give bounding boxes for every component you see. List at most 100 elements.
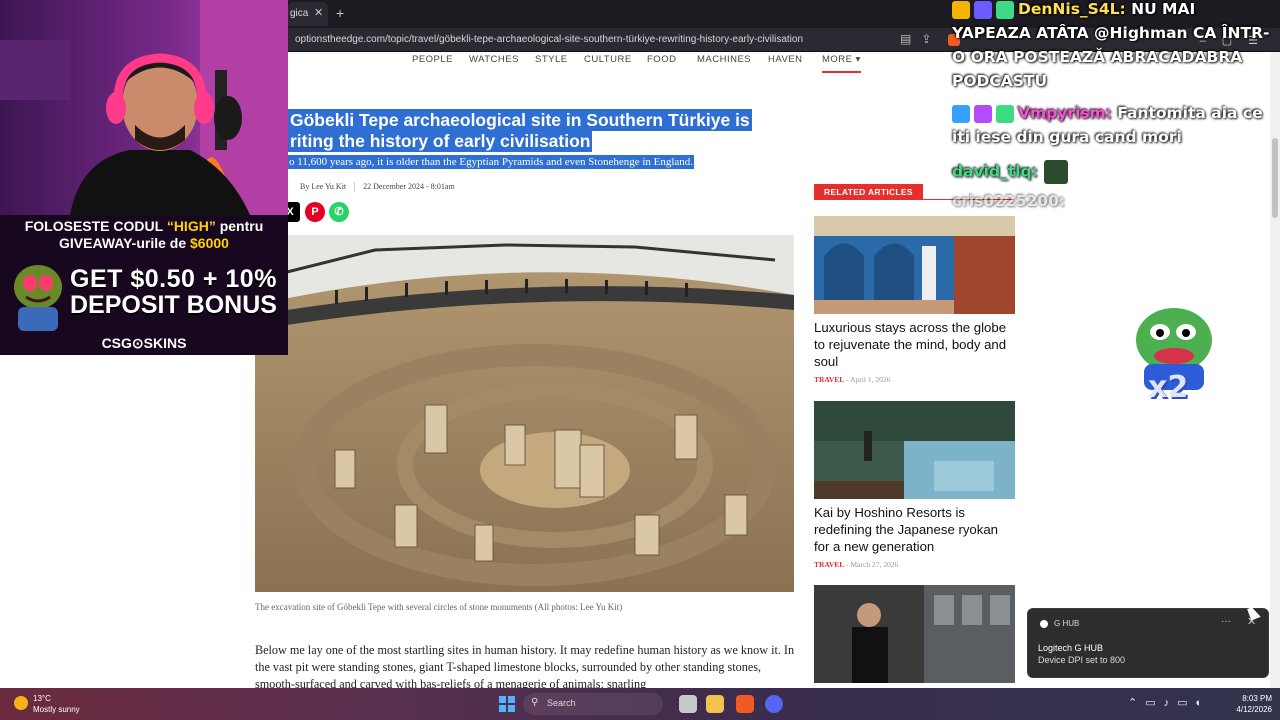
chat-username: Vmpyrism: bbox=[1018, 104, 1112, 122]
scrollbar-thumb[interactable] bbox=[1272, 138, 1278, 218]
discord-icon[interactable] bbox=[765, 695, 783, 713]
nav-item-machines[interactable]: MACHINES bbox=[697, 54, 751, 65]
related-thumbnail[interactable] bbox=[814, 401, 1015, 499]
webcam-overlay bbox=[0, 0, 288, 215]
nav-item-people[interactable]: PEOPLE bbox=[412, 54, 453, 65]
author[interactable]: By Lee Yu Kit bbox=[300, 182, 346, 191]
weather-temp[interactable]: 13°C bbox=[33, 694, 51, 703]
related-category[interactable]: TRAVEL bbox=[814, 560, 844, 569]
windows-taskbar: 13°C Mostly sunny ⚲ Search ⌃▭♪▭◐ 8:03 PM… bbox=[0, 688, 1280, 720]
taskbar-clock[interactable]: 8:03 PM 4/12/2026 bbox=[1228, 693, 1272, 715]
chat-badge-icon bbox=[996, 104, 1014, 123]
promo-line-1: FOLOSESTE CODUL “HIGH” pentru bbox=[0, 218, 288, 234]
chat-text-continued: O ORA POSTEAZĂ ABRACADABRA bbox=[952, 48, 1243, 66]
chat-message: david_tlq: bbox=[952, 160, 1072, 184]
nav-item-haven[interactable]: HAVEN bbox=[768, 54, 803, 65]
system-tray-icons[interactable]: ⌃▭♪▭◐ bbox=[1128, 696, 1210, 709]
search-icon: ⚲ bbox=[531, 697, 539, 708]
chat-text: Fantomita aia ce bbox=[1111, 104, 1263, 122]
related-thumbnail[interactable] bbox=[814, 585, 1015, 683]
windows-start-icon[interactable] bbox=[499, 696, 515, 712]
nav-item-watches[interactable]: WATCHES bbox=[469, 54, 519, 65]
more-options-icon[interactable]: ··· bbox=[1221, 616, 1231, 627]
clock-time: 8:03 PM bbox=[1242, 694, 1272, 703]
browser-tab[interactable]: gica ✕ bbox=[288, 2, 328, 26]
article-standfirst: o 11,600 years ago, it is older than the… bbox=[288, 155, 695, 169]
notification-message: Device DPI set to 800 bbox=[1038, 655, 1126, 665]
promo-brand: CSG⊙SKINS bbox=[101, 335, 187, 351]
article-body: Below me lay one of the most startling s… bbox=[255, 643, 795, 688]
related-title[interactable]: Kai by Hoshino Resorts is redefining the… bbox=[814, 505, 1015, 555]
crown-badge-icon bbox=[952, 0, 970, 19]
related-card[interactable]: Kai by Hoshino Resorts is redefining the… bbox=[814, 401, 1015, 569]
share-pinterest-button[interactable]: P bbox=[305, 202, 325, 222]
related-meta: TRAVEL - March 27, 2026 bbox=[814, 560, 1015, 569]
chat-message: cris0225200: bbox=[952, 192, 1065, 210]
standfirst-text: o 11,600 years ago, it is older than the… bbox=[288, 155, 695, 169]
related-card[interactable]: Luxurious stays across the globe to reju… bbox=[814, 216, 1015, 384]
sub-badge-icon bbox=[974, 0, 992, 19]
nav-item-culture[interactable]: CULTURE bbox=[584, 54, 632, 65]
stream-chat-overlay: DenNis_S4L: NU MAI YAPEAZA ATÂTA @Highma… bbox=[950, 0, 1272, 215]
chat-text-continued: YAPEAZA ATÂTA @Highman CA ÎNTR- bbox=[952, 24, 1270, 42]
promo-amount: $6000 bbox=[190, 235, 229, 251]
notification-title: Logitech G HUB bbox=[1038, 643, 1104, 653]
related-date: April 1, 2026 bbox=[850, 375, 891, 385]
chat-text: NU MAI bbox=[1125, 0, 1196, 18]
promo-bonus-line-2: DEPOSIT BONUS bbox=[70, 291, 277, 319]
address-bar-icons[interactable]: ▤⇪ bbox=[900, 32, 941, 46]
headline-line-2: riting the history of early civilisation bbox=[288, 130, 593, 152]
emote-multiplier: x2 bbox=[1148, 370, 1189, 405]
clock-date: 4/12/2026 bbox=[1236, 705, 1272, 714]
chat-text-continued: iti iese din gura cand mori bbox=[952, 128, 1182, 146]
byline-divider bbox=[354, 182, 356, 193]
related-card[interactable] bbox=[814, 585, 1015, 683]
chat-username: david_tlq: bbox=[952, 162, 1038, 181]
related-date: March 27, 2026 bbox=[850, 560, 899, 570]
nav-item-style[interactable]: STYLE bbox=[535, 54, 568, 65]
chat-message: DenNis_S4L: NU MAI bbox=[952, 0, 1195, 19]
pepe-emote-icon bbox=[1043, 160, 1068, 184]
goblin-mascot-icon bbox=[14, 265, 62, 331]
promo-code: “HIGH” bbox=[166, 218, 216, 234]
headline-line-1: Göbekli Tepe archaeological site in Sout… bbox=[288, 109, 752, 131]
close-tab-icon[interactable]: ✕ bbox=[314, 6, 323, 19]
promo-line-1b: pentru bbox=[215, 218, 264, 234]
image-caption: The excavation site of Göbekli Tepe with… bbox=[255, 602, 623, 612]
article-headline: Göbekli Tepe archaeological site in Sout… bbox=[288, 109, 808, 152]
tab-title: gica bbox=[290, 8, 309, 19]
nav-item-more[interactable]: MORE ▾ bbox=[822, 54, 861, 73]
chat-username: DenNis_S4L: bbox=[1018, 0, 1126, 18]
promo-line-1a: FOLOSESTE CODUL bbox=[24, 218, 167, 234]
notification-app-name: G HUB bbox=[1054, 619, 1080, 628]
taskbar-search[interactable]: ⚲ Search bbox=[523, 693, 663, 715]
new-tab-icon[interactable]: + bbox=[336, 5, 344, 21]
publish-date: 22 December 2024 - 8:01am bbox=[363, 182, 455, 191]
related-thumbnail[interactable] bbox=[814, 216, 1015, 314]
chat-username: cris0225200: bbox=[952, 192, 1066, 210]
article-hero-image bbox=[255, 235, 794, 592]
search-label: Search bbox=[547, 698, 576, 708]
url-text[interactable]: optionstheedge.com/topic/travel/göbekli-… bbox=[295, 34, 803, 45]
nav-item-food[interactable]: FOOD bbox=[647, 54, 676, 65]
task-view-icon[interactable] bbox=[679, 695, 697, 713]
weather-condition[interactable]: Mostly sunny bbox=[33, 705, 80, 714]
chat-text-continued: PODCASTU bbox=[952, 72, 1048, 90]
promo-line-2a: GIVEAWAY-urile de bbox=[59, 235, 191, 251]
promo-bonus-line-1: GET $0.50 + 10% bbox=[70, 265, 277, 293]
promo-line-2: GIVEAWAY-urile de $6000 bbox=[0, 235, 288, 251]
brave-browser-icon[interactable] bbox=[736, 695, 754, 713]
related-title[interactable]: Luxurious stays across the globe to reju… bbox=[814, 320, 1015, 370]
hammer-badge-icon bbox=[952, 104, 970, 123]
share-whatsapp-button[interactable]: ✆ bbox=[329, 202, 349, 222]
article-byline: By Lee Yu Kit 22 December 2024 - 8:01am bbox=[300, 182, 455, 193]
related-heading-label: RELATED ARTICLES bbox=[814, 184, 923, 200]
ghub-notification[interactable]: G HUB ··· ✕ Logitech G HUB Device DPI se… bbox=[1027, 608, 1269, 678]
gift-badge-icon bbox=[996, 0, 1014, 19]
sun-icon[interactable] bbox=[14, 696, 28, 710]
file-explorer-icon[interactable] bbox=[706, 695, 724, 713]
ghost-badge-icon bbox=[974, 104, 992, 123]
related-category[interactable]: TRAVEL bbox=[814, 375, 844, 384]
sponsor-promo: FOLOSESTE CODUL “HIGH” pentru GIVEAWAY-u… bbox=[0, 215, 288, 355]
related-meta: TRAVEL - April 1, 2026 bbox=[814, 375, 1015, 384]
